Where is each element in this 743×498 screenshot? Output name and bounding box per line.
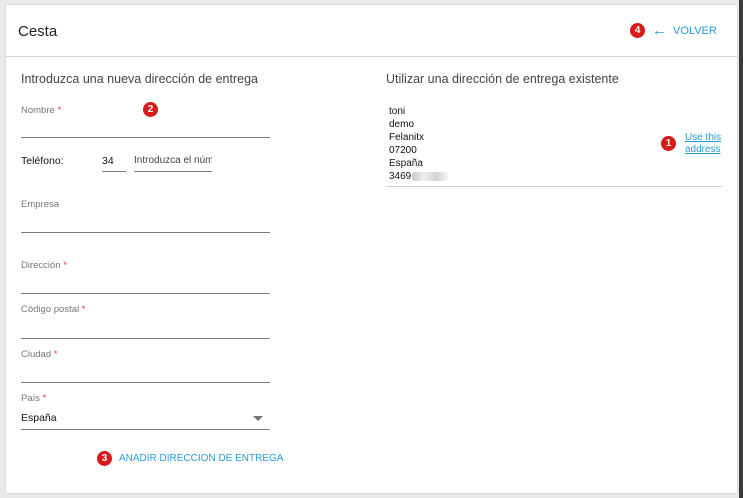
city-field-label: Ciudad * (21, 349, 58, 360)
phone-prefix-field[interactable]: 34 (102, 155, 114, 167)
window-edge (739, 0, 743, 498)
postal-code-field[interactable] (21, 338, 270, 339)
page-header: Cesta ← VOLVER (6, 5, 737, 57)
phone-label: Teléfono: (21, 155, 64, 167)
back-label: VOLVER (673, 24, 717, 37)
address-line: España (389, 158, 423, 169)
phone-prefix-underline (102, 171, 126, 172)
phone-number-underline (134, 171, 212, 172)
use-this-address-link[interactable]: Use this address (685, 132, 725, 156)
cart-card: Cesta ← VOLVER Introduzca una nueva dire… (6, 5, 737, 493)
country-select[interactable]: España (21, 412, 57, 424)
address-lines: toni demo Felanitx 07200 España 3469 (389, 105, 449, 183)
address-line: 07200 (389, 145, 417, 156)
name-field-label: Nombre * (21, 105, 62, 116)
new-address-heading: Introduzca una nueva dirección de entreg… (21, 72, 258, 86)
city-field[interactable] (21, 382, 270, 383)
phone-number-field[interactable]: Introduzca el núm (134, 155, 212, 166)
badge-2: 2 (143, 102, 158, 117)
address-field-label: Dirección * (21, 260, 67, 271)
arrow-left-icon: ← (652, 22, 667, 39)
address-field[interactable] (21, 293, 270, 294)
address-line: toni (389, 106, 406, 117)
existing-address-heading: Utilizar una dirección de entrega existe… (386, 72, 619, 86)
badge-3: 3 (97, 451, 112, 466)
country-field-label: País * (21, 393, 47, 404)
badge-1: 1 (661, 136, 676, 151)
name-field[interactable] (21, 137, 270, 138)
chevron-down-icon[interactable] (253, 416, 263, 421)
company-field[interactable] (21, 232, 270, 233)
country-select-underline (21, 429, 270, 430)
badge-4: 4 (630, 23, 645, 38)
address-line: demo (389, 119, 415, 130)
redacted-blur (412, 171, 449, 181)
add-address-button[interactable]: ANADIR DIRECCION DE ENTREGA (119, 453, 283, 464)
page-title: Cesta (18, 23, 58, 40)
back-button[interactable]: ← VOLVER (652, 23, 717, 38)
postal-code-label: Código postal * (21, 304, 86, 315)
address-line: Felanitx (389, 132, 425, 143)
address-phone: 3469 (389, 170, 449, 183)
company-field-label: Empresa (21, 199, 60, 210)
